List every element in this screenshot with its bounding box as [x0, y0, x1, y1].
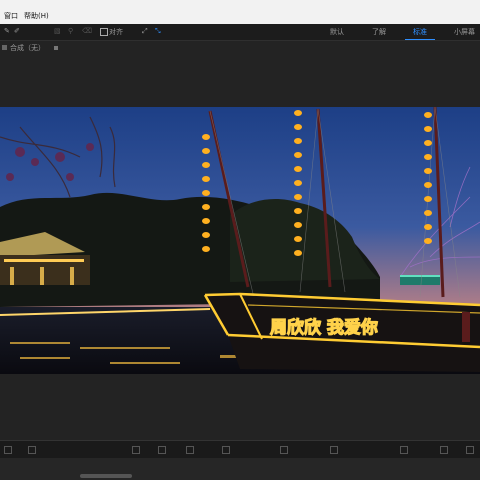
toolbar: ✎ ✐ ▧ ⚲ ⌫ 对齐 ⤢ ⤡ 默认 了解 标准 小屏幕	[0, 24, 480, 41]
active-workspace-indicator	[405, 39, 435, 40]
panel-menu-icon[interactable]	[54, 46, 58, 50]
brush-tool-icon[interactable]: ▧	[54, 26, 61, 36]
snap-icon[interactable]: ⤢	[142, 26, 148, 36]
composition-viewer[interactable]: 周欣欣 我爱你	[0, 54, 480, 440]
always-preview-icon[interactable]	[4, 446, 12, 454]
timeline-icon[interactable]	[440, 446, 448, 454]
composition-panel-header: 合成（无）	[0, 41, 480, 54]
show-channel-icon[interactable]	[158, 446, 166, 454]
workspace-learn[interactable]: 了解	[372, 27, 386, 37]
3d-view-icon[interactable]	[330, 446, 338, 454]
fast-previews-icon[interactable]	[400, 446, 408, 454]
menu-bar: 窗口 帮助(H)	[0, 0, 480, 24]
pin-tool-icon[interactable]: ✐	[14, 26, 20, 36]
boat-sign-text: 周欣欣 我爱你	[270, 317, 378, 338]
preview-frame: 周欣欣 我爱你	[0, 107, 480, 374]
align-label: 对齐	[109, 28, 123, 36]
expand-icon[interactable]: ⤡	[155, 26, 161, 36]
resolution-icon[interactable]	[186, 446, 194, 454]
magnification-icon[interactable]	[28, 446, 36, 454]
exposure-icon[interactable]	[466, 446, 474, 454]
workspace-small-screen[interactable]: 小屏幕	[454, 27, 475, 37]
workspace-default[interactable]: 默认	[330, 27, 344, 37]
viewer-controls-bar	[0, 440, 480, 459]
region-of-interest-icon[interactable]	[222, 446, 230, 454]
clone-tool-icon[interactable]: ⚲	[68, 26, 73, 36]
horizontal-scrollbar-thumb[interactable]	[80, 474, 132, 478]
composition-tab[interactable]: 合成（无）	[10, 44, 45, 53]
align-checkbox[interactable]	[100, 28, 108, 36]
transparency-grid-icon[interactable]	[280, 446, 288, 454]
night-boat-image: 周欣欣 我爱你	[0, 107, 480, 374]
eraser-tool-icon[interactable]: ⌫	[82, 26, 92, 36]
horizontal-scroll-area	[0, 458, 480, 480]
workspace-standard[interactable]: 标准	[413, 27, 427, 37]
snapshot-icon[interactable]	[132, 446, 140, 454]
menu-help[interactable]: 帮助(H)	[24, 12, 49, 21]
pen-tool-icon[interactable]: ✎	[4, 26, 10, 36]
menu-window[interactable]: 窗口	[4, 12, 18, 21]
panel-lock-icon[interactable]	[2, 45, 7, 50]
